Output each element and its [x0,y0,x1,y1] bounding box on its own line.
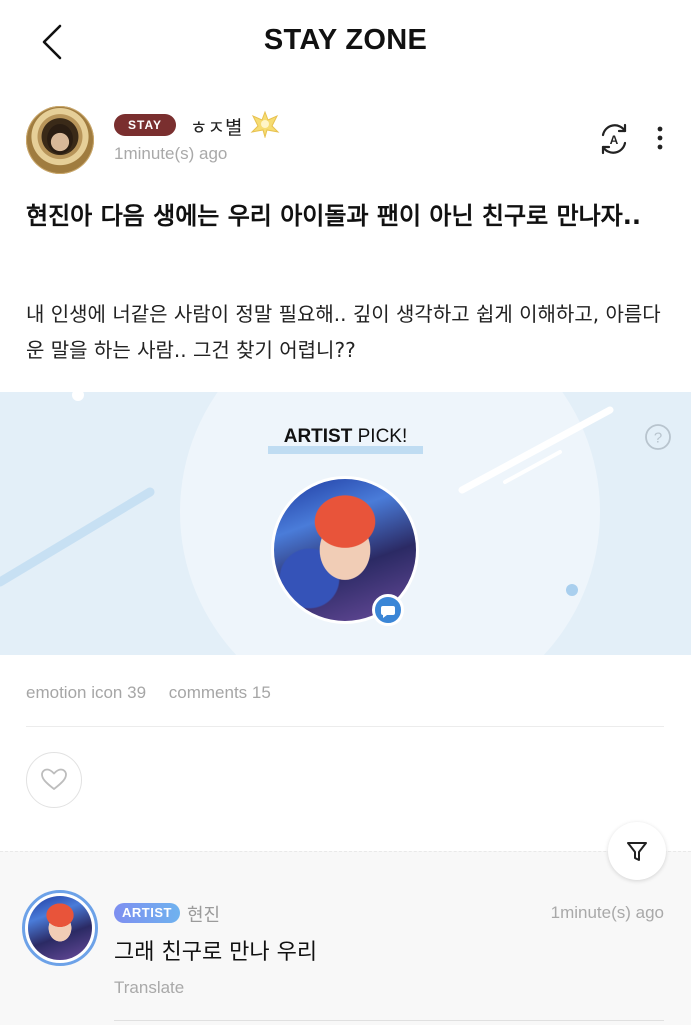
translate-button[interactable]: A [595,120,633,158]
artist-pick-title-bold: ARTIST [283,426,353,447]
like-button[interactable] [26,752,82,808]
comment-text: 그래 친구로 만나 우리 [114,940,318,965]
comments-section [0,851,691,1025]
page-title: STAY ZONE [263,24,428,56]
post-body: 내 인생에 너같은 사람이 정말 필요해.. 깊이 생각하고 쉽게 이해하고, … [26,302,661,362]
comment-author-avatar[interactable] [22,890,98,966]
stay-badge: STAY [114,114,177,136]
more-vertical-icon [657,126,663,150]
author-avatar[interactable] [26,106,94,174]
more-options-button[interactable] [648,122,672,154]
comment-count[interactable]: comments 15 [169,683,271,702]
crown-icon [250,110,280,139]
author-name[interactable]: ㅎㅈ별 [190,113,242,140]
filter-icon [627,842,647,861]
translate-icon: A [601,123,627,155]
comment-divider [114,1020,664,1021]
chat-bubble-icon[interactable] [372,594,404,626]
artist-pick-title: ARTIST PICK! [0,426,691,448]
comment-avatar-image [28,896,92,960]
question-icon: ? [645,424,671,450]
help-button[interactable]: ? [644,423,672,451]
filter-button[interactable] [608,822,666,880]
emotion-count[interactable]: emotion icon 39 [26,683,146,702]
heart-icon [41,768,67,790]
svg-text:A: A [610,133,619,147]
post-title: 현진아 다음 생에는 우리 아이돌과 팬이 아닌 친구로 만나자.. [26,202,641,230]
artist-pick-title-rest: PICK! [352,426,408,447]
comment-author-name[interactable]: 현진 [187,901,220,927]
divider [26,726,664,727]
post-time: 1minute(s) ago [114,144,228,163]
comment-translate-link[interactable]: Translate [114,978,184,998]
comment-time: 1minute(s) ago [550,903,664,922]
post-stats: emotion icon 39 comments 15 [26,683,289,703]
avatar-image [47,124,73,154]
artist-badge: ARTIST [114,903,180,923]
svg-text:?: ? [654,430,662,447]
